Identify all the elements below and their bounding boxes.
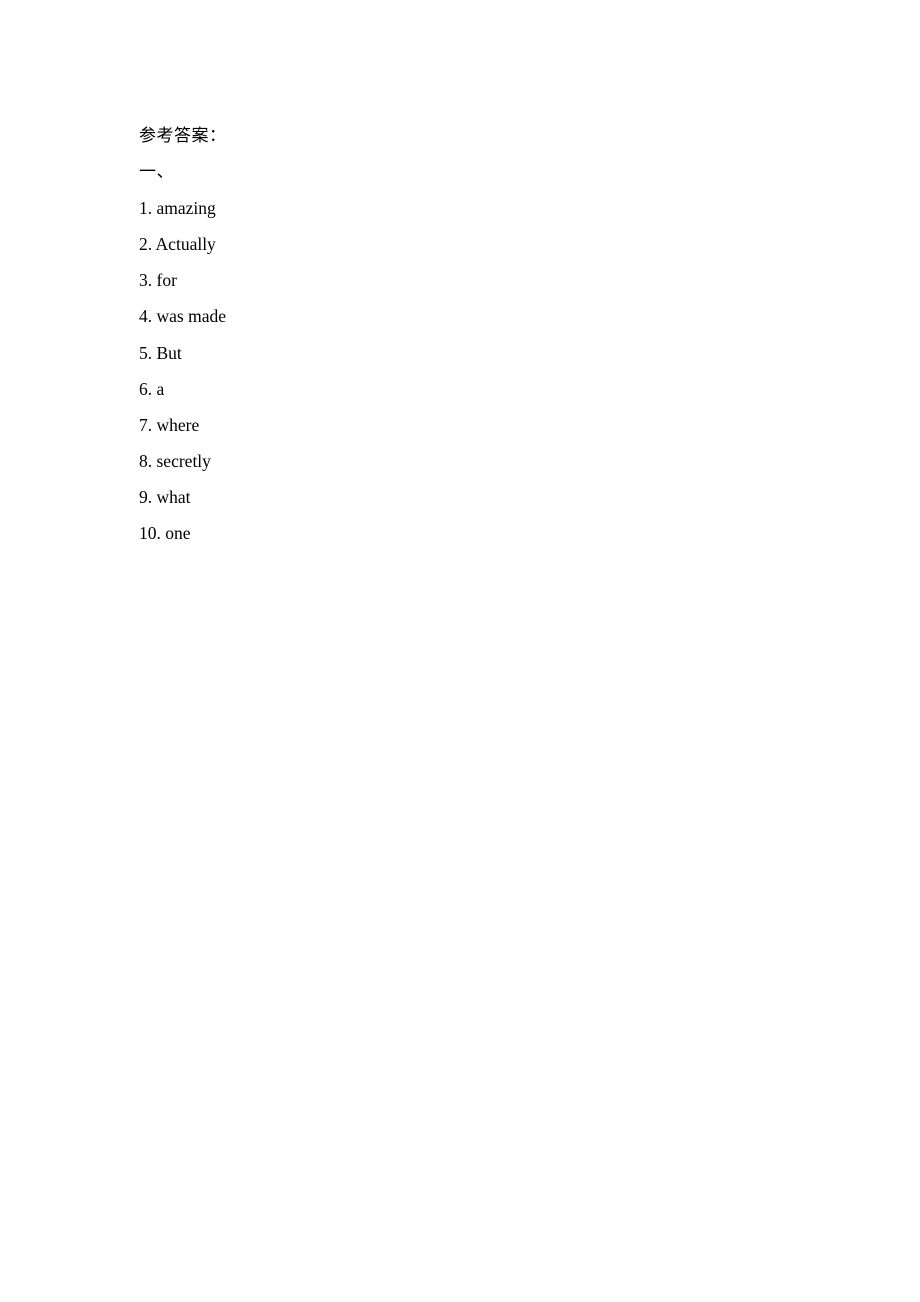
answer-item: 10. one [139,515,227,551]
answer-number: 10. [139,523,161,544]
answer-number: 5. [139,342,153,363]
answer-number: 9. [139,486,153,507]
document-page: 参考答案： 一、 1. amazing 2. Actually 3. for 4. w… [0,0,920,1302]
answer-number: 8. [139,450,153,471]
answer-item: 1. amazing [139,190,227,226]
answer-text: was made [156,306,227,327]
answer-item: 8. secretly [139,443,227,479]
answer-number: 2. [139,234,153,255]
answer-item: 5. But [139,335,227,371]
answer-text: one [165,523,191,544]
answer-number: 6. [139,378,153,399]
answer-item: 9. what [139,479,227,515]
answer-item: 2. Actually [139,226,227,262]
answer-number: 7. [139,414,153,435]
answer-text: what [156,486,191,507]
answer-number: 1. [139,198,153,219]
answer-text: secretly [156,450,211,471]
answer-item: 4. was made [139,298,227,334]
answer-number: 4. [139,306,153,327]
answer-text: But [156,342,182,363]
answer-text: a [156,378,165,399]
answer-number: 3. [139,270,153,291]
answer-key-title: 参考答案： [139,126,227,146]
answer-text: Actually [155,234,216,255]
answer-item: 3. for [139,262,227,298]
answer-key: 参考答案： 一、 1. amazing 2. Actually 3. for 4. w… [139,118,227,551]
answer-item: 7. where [139,407,227,443]
answer-text: for [156,270,177,291]
answer-item: 6. a [139,371,227,407]
section-heading: 一、 [139,162,174,183]
answer-list: 1. amazing 2. Actually 3. for 4. was made 5.… [139,190,227,551]
answer-text: where [156,414,200,435]
answer-text: amazing [156,198,216,219]
